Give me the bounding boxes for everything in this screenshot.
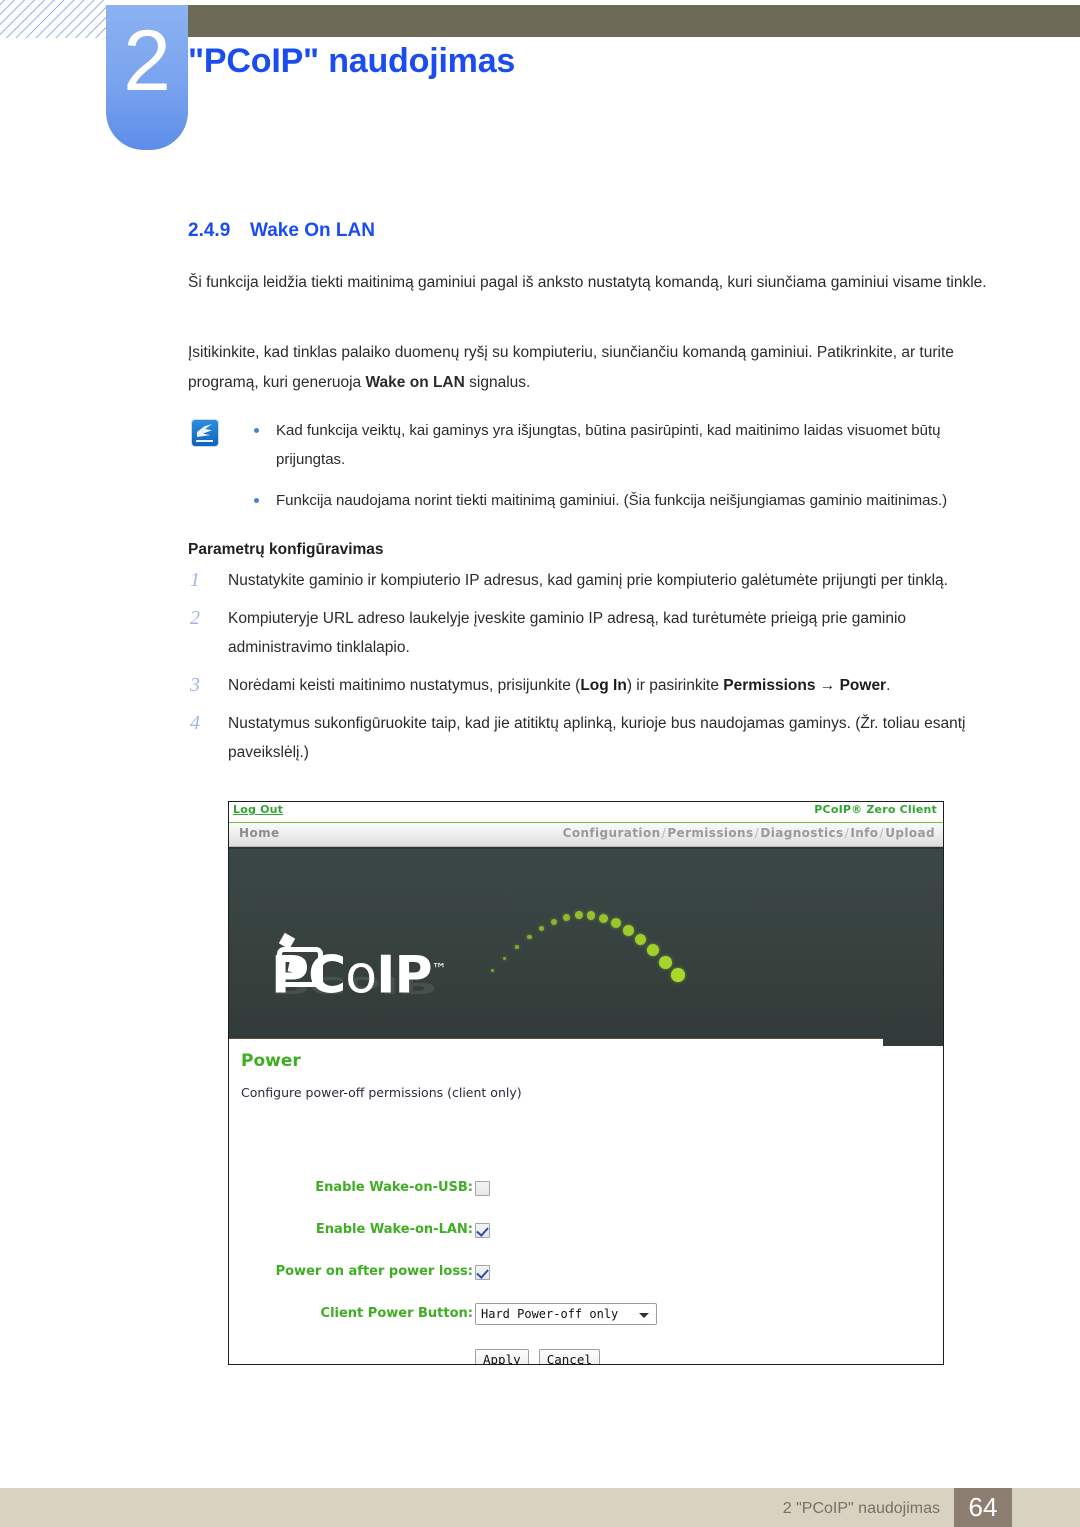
form-button-row: Apply Cancel bbox=[475, 1349, 605, 1364]
note-pencil-icon bbox=[192, 420, 218, 446]
nav-item-diagnostics[interactable]: Diagnostics bbox=[760, 826, 843, 840]
intro-paragraph-2: Įsitikinkite, kad tinklas palaiko duomen… bbox=[188, 338, 988, 398]
app-topbar: Log Out PCoIP® Zero Client bbox=[229, 802, 943, 823]
nav-item-home[interactable]: Home bbox=[239, 826, 280, 840]
step-text-before: Norėdami keisti maitinimo nustatymus, pr… bbox=[228, 677, 581, 694]
chapter-title: "PCoIP" naudojimas bbox=[188, 42, 516, 80]
checkbox-power-on-after-power-loss[interactable] bbox=[475, 1265, 490, 1280]
step-text-after: . bbox=[886, 677, 891, 694]
label-client-power-button: Client Power Button: bbox=[320, 1306, 473, 1321]
list-item: 1 Nustatykite gaminio ir kompiuterio IP … bbox=[188, 566, 994, 595]
form-row-client-power-button: Client Power Button: Hard Power-off only… bbox=[229, 1303, 883, 1364]
step-number: 2 bbox=[190, 607, 200, 629]
pcoip-camera-mark-icon bbox=[277, 947, 323, 987]
logo-text-o: o bbox=[345, 945, 377, 1006]
form-row-wake-on-usb: Enable Wake-on-USB: bbox=[229, 1177, 883, 1219]
paragraph2-text-before: Įsitikinkite, kad tinklas palaiko duomen… bbox=[188, 344, 954, 391]
step-text-mid: ) ir pasirinkite bbox=[626, 677, 724, 694]
section-number: 2.4.9 bbox=[188, 220, 231, 241]
decorative-dot-arc bbox=[487, 881, 687, 991]
list-item: Funkcija naudojama norint tiekti maitini… bbox=[242, 486, 990, 515]
embedded-app-screenshot: Log Out PCoIP® Zero Client Home Configur… bbox=[228, 801, 944, 1365]
list-item: Kad funkcija veiktų, kai gaminys yra išj… bbox=[242, 416, 990, 474]
step-text: Nustatymus sukonfigūruokite taip, kad ji… bbox=[228, 715, 966, 761]
form-row-power-on-after-loss: Power on after power loss: bbox=[229, 1261, 883, 1303]
decorative-hatch-pattern bbox=[0, 0, 106, 38]
list-item: 2 Kompiuteryje URL adreso laukelyje įves… bbox=[188, 604, 994, 662]
note-bullet-list: Kad funkcija veiktų, kai gaminys yra išj… bbox=[242, 416, 990, 527]
paragraph2-text-after: signalus. bbox=[464, 374, 531, 391]
nav-item-info[interactable]: Info bbox=[850, 826, 878, 840]
chevron-down-icon bbox=[639, 1313, 649, 1318]
footer-chapter-label: 2 "PCoIP" naudojimas bbox=[782, 1500, 940, 1517]
section-heading: 2.4.9 Wake On LAN bbox=[188, 220, 375, 242]
step-bold-path: Permissions → Power bbox=[723, 677, 887, 694]
label-enable-wake-on-usb: Enable Wake-on-USB: bbox=[315, 1180, 473, 1195]
page-number: 64 bbox=[954, 1488, 1012, 1527]
cancel-button[interactable]: Cancel bbox=[538, 1349, 600, 1364]
step-text: Kompiuteryje URL adreso laukelyje įveski… bbox=[228, 610, 907, 656]
section-title: Wake On LAN bbox=[250, 220, 375, 241]
list-item: 3 Norėdami keisti maitinimo nustatymus, … bbox=[188, 671, 994, 700]
product-name-label: PCoIP® Zero Client bbox=[814, 803, 937, 816]
logo-trademark-symbol: ™ bbox=[431, 960, 447, 978]
paragraph2-bold-term: Wake on LAN bbox=[365, 374, 465, 391]
nav-menu: Configuration/Permissions/Diagnostics/In… bbox=[563, 826, 935, 840]
config-steps-list: 1 Nustatykite gaminio ir kompiuterio IP … bbox=[188, 566, 994, 776]
bullet-dot-icon bbox=[254, 428, 259, 433]
chapter-badge: 2 bbox=[106, 5, 188, 150]
checkbox-enable-wake-on-lan[interactable] bbox=[475, 1223, 490, 1238]
log-out-link[interactable]: Log Out bbox=[233, 803, 283, 816]
label-power-on-after-power-loss: Power on after power loss: bbox=[275, 1264, 473, 1279]
app-hero-banner: PCoIP PCoIP™ bbox=[229, 847, 943, 1039]
step-bold-login: Log In bbox=[580, 677, 627, 694]
page-footer: 2 "PCoIP" naudojimas 64 bbox=[0, 1488, 1080, 1527]
logo-text-ip: IP bbox=[376, 945, 432, 1006]
step-number: 3 bbox=[190, 674, 200, 696]
step-number: 1 bbox=[190, 569, 200, 591]
note-bullet-text: Funkcija naudojama norint tiekti maitini… bbox=[276, 492, 948, 509]
nav-item-configuration[interactable]: Configuration bbox=[563, 826, 661, 840]
panel-dark-notch bbox=[883, 1038, 943, 1046]
app-navigation-bar: Home Configuration/Permissions/Diagnosti… bbox=[229, 823, 943, 847]
list-item: 4 Nustatymus sukonfigūruokite taip, kad … bbox=[188, 709, 994, 767]
apply-button[interactable]: Apply bbox=[475, 1349, 529, 1364]
step-text: Nustatykite gaminio ir kompiuterio IP ad… bbox=[228, 572, 948, 589]
nav-item-permissions[interactable]: Permissions bbox=[667, 826, 753, 840]
panel-description: Configure power-off permissions (client … bbox=[241, 1085, 522, 1100]
config-subheading: Parametrų konfigūravimas bbox=[188, 541, 384, 558]
page-header-bar bbox=[188, 5, 1080, 37]
step-number: 4 bbox=[190, 712, 200, 734]
nav-item-upload[interactable]: Upload bbox=[885, 826, 935, 840]
page-title: Power bbox=[241, 1051, 301, 1071]
chapter-number: 2 bbox=[123, 13, 171, 109]
power-settings-form: Enable Wake-on-USB: Enable Wake-on-LAN: … bbox=[229, 1177, 883, 1364]
checkbox-enable-wake-on-usb[interactable] bbox=[475, 1181, 490, 1196]
bullet-dot-icon bbox=[254, 498, 259, 503]
note-bullet-text: Kad funkcija veiktų, kai gaminys yra išj… bbox=[276, 422, 941, 468]
intro-paragraph-1: Ši funkcija leidžia tiekti maitinimą gam… bbox=[188, 274, 987, 291]
label-enable-wake-on-lan: Enable Wake-on-LAN: bbox=[315, 1222, 473, 1237]
select-client-power-button[interactable]: Hard Power-off only bbox=[475, 1303, 657, 1325]
form-row-wake-on-lan: Enable Wake-on-LAN: bbox=[229, 1219, 883, 1261]
power-settings-panel: Power Configure power-off permissions (c… bbox=[229, 1038, 883, 1364]
select-value: Hard Power-off only bbox=[481, 1307, 619, 1321]
pcoip-logo: PCoIP™ bbox=[271, 941, 447, 1006]
